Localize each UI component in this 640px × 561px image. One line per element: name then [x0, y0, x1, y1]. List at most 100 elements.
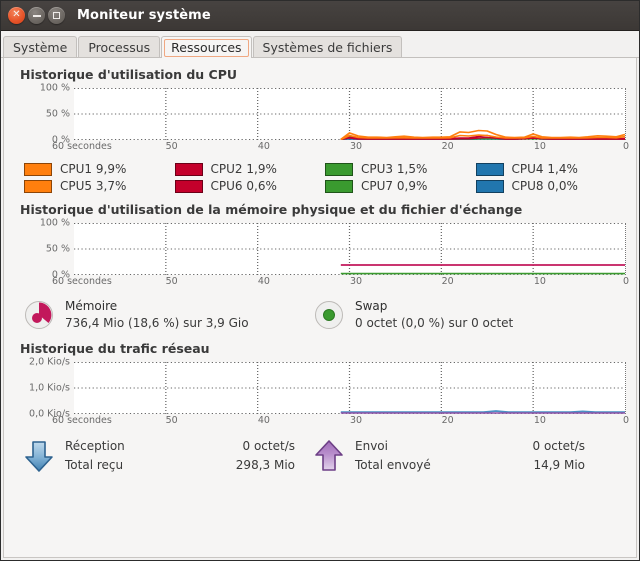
- maximize-icon: [53, 12, 60, 19]
- upload-rate-value: 0 octet/s: [532, 439, 585, 453]
- cpu-legend-item-cpu1[interactable]: CPU1 9,9%: [24, 162, 175, 176]
- upload-total-value: 14,9 Mio: [533, 458, 585, 472]
- swap-name: Swap: [355, 299, 388, 313]
- memory-y-axis: 100 % 50 % 0 %: [18, 218, 74, 281]
- network-x-axis: 60 secondes 50 40 30 20 10 0: [52, 414, 629, 428]
- tab-label: Processus: [88, 40, 151, 55]
- tab-systeme[interactable]: Système: [3, 36, 78, 58]
- network-chart: [74, 362, 626, 414]
- memory-stat-block[interactable]: Mémoire 736,4 Mio (18,6 %) sur 3,9 Gio: [22, 298, 312, 332]
- cpu8-label: CPU8 0,0%: [511, 179, 578, 193]
- window-controls: ✕: [8, 7, 65, 24]
- download-total-value: 298,3 Mio: [235, 458, 295, 472]
- network-download-rows: Réception 0 octet/s Total reçu 298,3 Mio: [65, 437, 301, 475]
- cpu6-label: CPU6 0,6%: [210, 179, 277, 193]
- cpu7-label: CPU7 0,9%: [361, 179, 428, 193]
- cpu-xtick-20: 20: [441, 141, 454, 152]
- minimize-button[interactable]: [28, 7, 45, 24]
- cpu-y-axis: 100 % 50 % 0 %: [18, 83, 74, 146]
- swap-stat-block[interactable]: Swap 0 octet (0,0 %) sur 0 octet: [312, 298, 602, 332]
- swap-dot-icon: [312, 298, 346, 332]
- cpu-xtick-60: 60 secondes: [52, 141, 112, 152]
- mem-xtick-30: 30: [350, 276, 363, 287]
- download-rate-value: 0 octet/s: [242, 439, 295, 453]
- cpu1-label: CPU1 9,9%: [60, 162, 127, 176]
- memory-value: 736,4 Mio (18,6 %) sur 3,9 Gio: [65, 316, 249, 330]
- tab-systemes-de-fichiers[interactable]: Systèmes de fichiers: [252, 36, 403, 58]
- tab-bar: Système Processus Ressources Systèmes de…: [1, 31, 639, 59]
- mem-xtick-10: 10: [533, 276, 546, 287]
- cpu-xtick-50: 50: [165, 141, 178, 152]
- swap-stat-text: Swap 0 octet (0,0 %) sur 0 octet: [355, 298, 513, 332]
- net-xtick-30: 30: [350, 415, 363, 426]
- cpu-ytick-50: 50 %: [45, 108, 70, 120]
- cpu-legend-item-cpu6[interactable]: CPU6 0,6%: [174, 179, 326, 193]
- cpu-legend-item-cpu4[interactable]: CPU4 1,4%: [475, 162, 627, 176]
- maximize-button[interactable]: [48, 7, 65, 24]
- net-xtick-50: 50: [165, 415, 178, 426]
- network-upload-block[interactable]: Envoi 0 octet/s Total envoyé 14,9 Mio: [312, 437, 602, 475]
- net-ytick-1: 1,0 Kio/s: [29, 382, 70, 394]
- mem-xtick-0: 0: [622, 276, 629, 287]
- cpu6-color-swatch: [174, 179, 203, 193]
- cpu8-color-swatch: [475, 179, 504, 193]
- cpu1-color-swatch: [24, 162, 52, 176]
- upload-rate-row: Envoi 0 octet/s: [355, 437, 591, 456]
- mem-xtick-50: 50: [165, 276, 178, 287]
- memory-section: Historique d'utilisation de la mémoire p…: [4, 193, 636, 332]
- cpu4-color-swatch: [475, 162, 504, 176]
- memory-chart: [74, 223, 626, 275]
- network-section-title: Historique du trafic réseau: [20, 341, 210, 356]
- cpu-graph-wrap: 100 % 50 % 0 % 60 secondes 50 40 30 20 1…: [14, 83, 629, 154]
- net-xtick-60: 60 secondes: [52, 415, 112, 426]
- close-button[interactable]: ✕: [8, 7, 25, 24]
- tab-ressources[interactable]: Ressources: [161, 36, 252, 59]
- network-download-block[interactable]: Réception 0 octet/s Total reçu 298,3 Mio: [22, 437, 312, 475]
- cpu5-color-swatch: [24, 179, 52, 193]
- cpu-legend-item-cpu7[interactable]: CPU7 0,9%: [325, 179, 476, 193]
- memory-graph-wrap: 100 % 50 % 0 % 60 secondes 50 40 30 20 1…: [14, 218, 629, 289]
- cpu-legend-item-cpu8[interactable]: CPU8 0,0%: [475, 179, 627, 193]
- network-legend: Réception 0 octet/s Total reçu 298,3 Mio: [14, 428, 626, 475]
- upload-total-label: Total envoyé: [355, 458, 431, 472]
- cpu7-color-swatch: [325, 179, 353, 193]
- network-plot-col: 60 secondes 50 40 30 20 10 0: [52, 362, 629, 428]
- cpu-xtick-0: 0: [622, 141, 629, 152]
- window-titlebar: ✕ Moniteur système: [1, 1, 639, 31]
- cpu3-label: CPU3 1,5%: [361, 162, 428, 176]
- mem-xtick-40: 40: [257, 276, 270, 287]
- close-icon: ✕: [12, 9, 21, 20]
- cpu-plot-col: 60 secondes 50 40 30 20 10 0: [52, 88, 629, 154]
- network-y-axis: 2,0 Kio/s 1,0 Kio/s 0,0 Kio/s: [18, 357, 74, 420]
- memory-x-axis: 60 secondes 50 40 30 20 10 0: [52, 275, 629, 289]
- net-xtick-0: 0: [622, 415, 629, 426]
- system-monitor-window: ✕ Moniteur système Système Processus Res…: [0, 0, 640, 561]
- cpu-xtick-30: 30: [350, 141, 363, 152]
- swap-value: 0 octet (0,0 %) sur 0 octet: [355, 316, 514, 330]
- cpu-xtick-10: 10: [533, 141, 546, 152]
- cpu-legend-item-cpu2[interactable]: CPU2 1,9%: [174, 162, 326, 176]
- minimize-icon: [32, 14, 41, 17]
- cpu-legend-item-cpu5[interactable]: CPU5 3,7%: [24, 179, 175, 193]
- upload-rate-label: Envoi: [355, 439, 388, 453]
- cpu4-label: CPU4 1,4%: [511, 162, 578, 176]
- memory-stat-text: Mémoire 736,4 Mio (18,6 %) sur 3,9 Gio: [65, 298, 249, 332]
- network-upload-rows: Envoi 0 octet/s Total envoyé 14,9 Mio: [355, 437, 591, 475]
- download-rate-label: Réception: [65, 439, 125, 453]
- cpu2-color-swatch: [174, 162, 203, 176]
- net-xtick-10: 10: [533, 415, 546, 426]
- cpu-legend: CPU1 9,9% CPU2 1,9% CPU3 1,5% CPU4 1,4% …: [18, 154, 626, 193]
- memory-name: Mémoire: [65, 299, 118, 313]
- network-section: Historique du trafic réseau 2,0 Kio/s 1,…: [4, 332, 636, 475]
- memory-legend: Mémoire 736,4 Mio (18,6 %) sur 3,9 Gio S…: [14, 289, 626, 332]
- tab-processus[interactable]: Processus: [78, 36, 161, 58]
- cpu-section-title: Historique d'utilisation du CPU: [20, 67, 238, 82]
- memory-pie-icon: [22, 298, 56, 332]
- cpu-section: Historique d'utilisation du CPU 100 % 50…: [4, 58, 636, 193]
- cpu-x-axis: 60 secondes 50 40 30 20 10 0: [52, 140, 629, 154]
- cpu-chart: [74, 88, 626, 140]
- tab-label: Ressources: [171, 40, 242, 55]
- tab-label: Systèmes de fichiers: [262, 40, 393, 55]
- cpu-legend-item-cpu3[interactable]: CPU3 1,5%: [325, 162, 476, 176]
- memory-plot-col: 60 secondes 50 40 30 20 10 0: [52, 223, 629, 289]
